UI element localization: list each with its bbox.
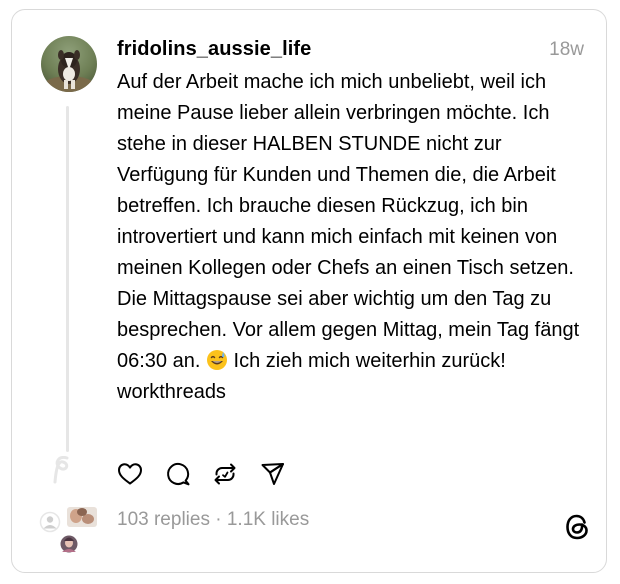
user-avatar[interactable] (41, 36, 97, 92)
send-icon (261, 463, 284, 485)
post-text-part1: Auf der Arbeit mache ich mich unbeliebt,… (117, 71, 585, 372)
repost-button[interactable] (211, 459, 239, 489)
replier-avatar-2 (67, 507, 97, 527)
likes-count[interactable]: 1.1K likes (227, 509, 309, 530)
sweat-smile-emoji-icon (206, 350, 227, 370)
heart-icon (118, 463, 142, 485)
reply-button[interactable] (164, 459, 192, 489)
post-text: Auf der Arbeit mache ich mich unbeliebt,… (117, 67, 587, 408)
repost-icon (214, 463, 236, 485)
like-button[interactable] (116, 459, 144, 489)
post-timestamp: 18w (549, 39, 584, 60)
thread-connector-line (66, 106, 69, 452)
threads-logo-icon[interactable] (563, 512, 593, 542)
username[interactable]: fridolins_aussie_life (117, 38, 311, 61)
thread-loop-icon (53, 456, 69, 484)
share-button[interactable] (259, 459, 287, 489)
replier-avatar-3 (60, 535, 78, 553)
comment-icon (167, 462, 190, 486)
stats-separator: · (209, 509, 227, 530)
post-stats[interactable]: 103 replies · 1.1K likes (117, 509, 309, 531)
replier-avatars[interactable] (38, 506, 108, 556)
replies-count[interactable]: 103 replies (117, 509, 210, 530)
